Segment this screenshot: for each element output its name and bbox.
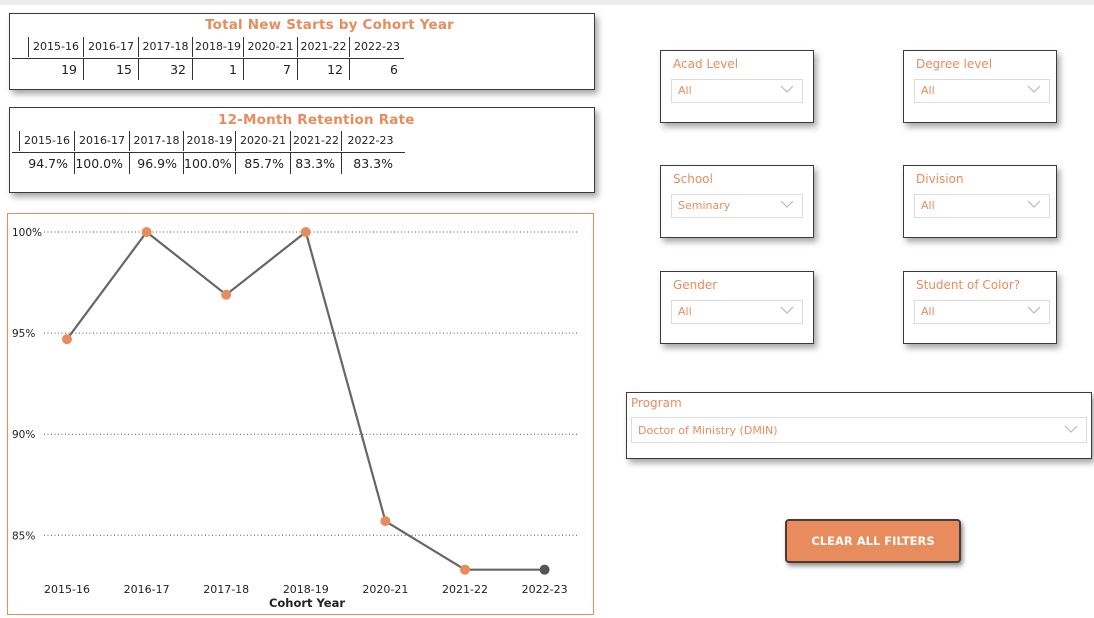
table-header-cell: 2018-19 — [192, 37, 243, 57]
y-tick-label: 95% — [12, 328, 35, 340]
acad-level-value: All — [678, 84, 692, 97]
clear-all-filters-button[interactable]: CLEAR ALL FILTERS — [785, 519, 961, 563]
table-value-cell: 7 — [243, 59, 297, 80]
acad-level-dropdown[interactable]: All — [671, 79, 803, 103]
x-axis-title: Cohort Year — [269, 596, 345, 610]
y-tick-label: 100% — [12, 227, 42, 239]
data-point — [300, 227, 311, 237]
x-tick-label: 2018-19 — [283, 583, 329, 596]
table-value-cell: 100.0% — [74, 153, 129, 174]
new-starts-table-title: Total New Starts by Cohort Year — [205, 17, 455, 33]
chevron-down-icon — [780, 306, 794, 314]
gender-value: All — [678, 305, 692, 318]
top-bar — [0, 0, 1094, 5]
y-tick-label: 90% — [12, 429, 35, 441]
gender-dropdown[interactable]: All — [671, 300, 803, 324]
division-label: Division — [916, 172, 964, 186]
data-point — [141, 227, 152, 237]
program-dropdown[interactable]: Doctor of Ministry (DMIN) — [631, 417, 1087, 443]
acad-level-label: Acad Level — [673, 57, 739, 71]
x-tick-label: 2020-21 — [362, 583, 408, 596]
table-value-cell: 96.9% — [129, 153, 183, 174]
x-tick-label: 2021-22 — [442, 583, 488, 596]
school-label: School — [673, 172, 713, 186]
data-point — [539, 564, 550, 575]
table-header-cell: 2020-21 — [235, 131, 290, 151]
chevron-down-icon — [1027, 200, 1041, 208]
table-header-cell: 2020-21 — [243, 37, 297, 57]
retention-line-chart: 100% 95% 90% 85% 2015-16 2016-17 2017-18 2018-1… — [12, 227, 578, 610]
program-filter: Program Doctor of Ministry (DMIN) — [626, 392, 1092, 459]
table-header-divider — [12, 152, 405, 153]
school-filter: School Seminary — [660, 165, 814, 238]
table-value-cell: 83.3% — [290, 153, 341, 174]
series-line — [66, 230, 545, 571]
data-point — [62, 334, 72, 345]
table-header-cell: 2021-22 — [290, 131, 341, 151]
table-header-cell: 2017-18 — [138, 37, 192, 57]
degree-level-label: Degree level — [916, 57, 993, 71]
retention-line-chart-card: 100% 95% 90% 85% 2015-16 2016-17 2017-18 2018-1… — [7, 213, 594, 615]
student-of-color-label: Student of Color? — [916, 278, 1021, 292]
degree-level-filter: Degree level All — [903, 50, 1057, 123]
table-header-cell: 2015-16 — [28, 37, 83, 57]
degree-level-value: All — [921, 84, 935, 97]
x-tick-label: 2015-16 — [44, 583, 90, 596]
data-point — [221, 289, 232, 300]
table-header-cell: 2018-19 — [183, 131, 235, 151]
division-value: All — [921, 199, 935, 212]
table-header-divider — [12, 58, 404, 59]
chevron-down-icon — [1064, 425, 1078, 433]
table-header-cell: 2022-23 — [349, 37, 404, 57]
gender-label: Gender — [673, 278, 718, 292]
gender-filter: Gender All — [660, 271, 814, 344]
chevron-down-icon — [780, 85, 794, 93]
y-tick-label: 85% — [12, 530, 35, 542]
table-value-cell: 12 — [297, 59, 349, 80]
chevron-down-icon — [1027, 306, 1041, 314]
table-value-cell: 32 — [138, 59, 192, 80]
division-dropdown[interactable]: All — [914, 194, 1050, 218]
chevron-down-icon — [780, 200, 794, 208]
table-header-cell: 2016-17 — [83, 37, 138, 57]
x-tick-label: 2017-18 — [203, 583, 249, 596]
table-value-cell: 15 — [83, 59, 138, 80]
x-tick-label: 2016-17 — [124, 583, 170, 596]
table-header-cell: 2016-17 — [74, 131, 129, 151]
table-value-cell: 100.0% — [183, 153, 235, 174]
table-header-cell: 2021-22 — [297, 37, 349, 57]
table-value-cell: 6 — [349, 59, 404, 80]
school-value: Seminary — [678, 199, 731, 212]
program-value: Doctor of Ministry (DMIN) — [638, 424, 778, 437]
new-starts-table-card: Total New Starts by Cohort Year 2015-16 1… — [9, 13, 595, 90]
degree-level-dropdown[interactable]: All — [914, 79, 1050, 103]
data-point — [460, 564, 470, 575]
table-header-cell: 2017-18 — [129, 131, 183, 151]
program-label: Program — [631, 396, 682, 410]
table-value-cell: 83.3% — [341, 153, 399, 174]
table-value-cell: 85.7% — [235, 153, 290, 174]
retention-table-card: 12-Month Retention Rate 2015-16 94.7% 2016… — [9, 107, 595, 193]
x-tick-label: 2022-23 — [522, 583, 568, 596]
table-header-cell: 2015-16 — [19, 131, 74, 151]
retention-table-title: 12-Month Retention Rate — [218, 112, 415, 128]
table-value-cell: 19 — [61, 62, 77, 77]
table-value-cell: 1 — [192, 59, 243, 80]
division-filter: Division All — [903, 165, 1057, 238]
school-dropdown[interactable]: Seminary — [671, 194, 803, 218]
data-point — [380, 516, 391, 527]
student-of-color-value: All — [921, 305, 935, 318]
acad-level-filter: Acad Level All — [660, 50, 814, 123]
chevron-down-icon — [1027, 85, 1041, 93]
student-of-color-dropdown[interactable]: All — [914, 300, 1050, 324]
table-header-cell: 2022-23 — [341, 131, 399, 151]
table-value-cell: 94.7% — [28, 156, 68, 171]
student-of-color-filter: Student of Color? All — [903, 271, 1057, 344]
